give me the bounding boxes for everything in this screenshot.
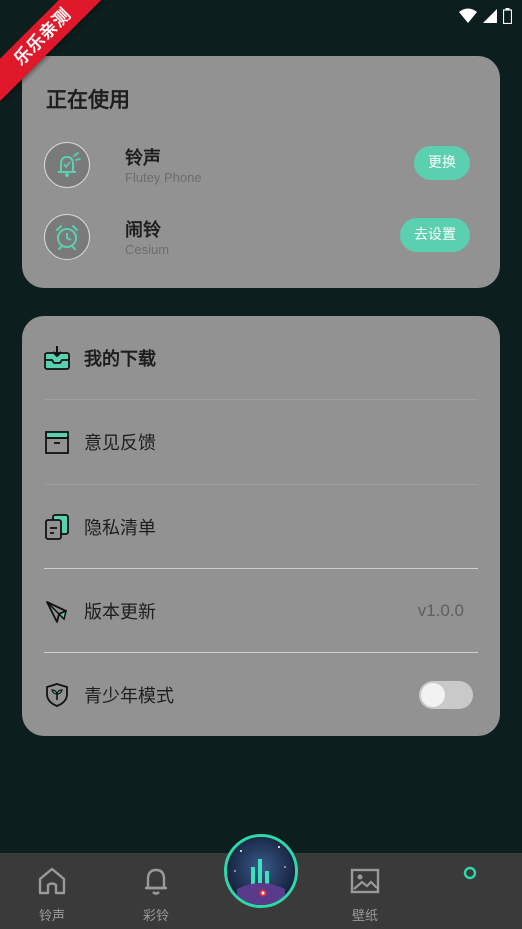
status-icons bbox=[459, 8, 512, 24]
alarm-clock-icon bbox=[56, 225, 78, 250]
tab-profile[interactable] bbox=[418, 853, 522, 929]
download-tray-icon bbox=[44, 345, 70, 371]
alarm-title: 闹铃 bbox=[125, 220, 161, 241]
alarm-avatar bbox=[44, 214, 90, 260]
ringtone-title: 铃声 bbox=[125, 148, 161, 169]
tab-label-ringtones: 铃声 bbox=[38, 909, 65, 924]
menu-label-teen-mode: 青少年模式 bbox=[84, 686, 174, 707]
tab-ringtones[interactable]: 铃声 bbox=[0, 853, 104, 929]
menu-label-privacy-list: 隐私清单 bbox=[84, 518, 156, 539]
home-icon bbox=[38, 867, 66, 895]
menu-item-version-update[interactable]: 版本更新 v1.0.0 bbox=[44, 569, 478, 653]
toggle-knob bbox=[421, 683, 445, 707]
signal-icon bbox=[483, 9, 497, 23]
menu-item-teen-mode: 青少年模式 bbox=[44, 653, 478, 737]
menu-label-feedback: 意见反馈 bbox=[84, 433, 156, 454]
tab-wallpaper[interactable]: 壁纸 bbox=[313, 853, 417, 929]
now-using-card: 正在使用 铃声 Flutey Phone 更换 闹铃 Cesium 去设置 bbox=[22, 56, 500, 288]
menu-item-downloads[interactable]: 我的下载 bbox=[44, 316, 478, 400]
image-icon bbox=[350, 868, 380, 894]
menu-item-privacy-list[interactable]: 隐私清单 bbox=[44, 485, 478, 569]
tab-label-wallpaper: 壁纸 bbox=[351, 909, 378, 924]
rocket-icon bbox=[44, 598, 70, 624]
ringtone-avatar bbox=[44, 142, 90, 188]
wifi-icon bbox=[459, 8, 477, 23]
bell-icon bbox=[145, 868, 167, 895]
menu-card: 我的下载 意见反馈 隐私清单 版本更新 v1.0.0 青少年模式 bbox=[22, 316, 500, 736]
feedback-box-icon bbox=[44, 429, 70, 455]
battery-icon bbox=[503, 8, 512, 24]
ringtone-row[interactable]: 铃声 Flutey Phone 更换 bbox=[44, 142, 484, 190]
shield-sprout-icon bbox=[44, 682, 70, 708]
center-player-button[interactable] bbox=[224, 834, 298, 908]
alarm-name: Cesium bbox=[125, 242, 170, 257]
alarm-settings-button[interactable]: 去设置 bbox=[400, 218, 470, 252]
profile-dot-icon bbox=[463, 866, 477, 880]
tab-color-ring[interactable]: 彩铃 bbox=[104, 853, 208, 929]
ringtone-name: Flutey Phone bbox=[125, 170, 202, 185]
now-using-title: 正在使用 bbox=[46, 88, 130, 112]
ringing-bell-icon bbox=[58, 152, 81, 177]
alarm-row[interactable]: 闹铃 Cesium 去设置 bbox=[44, 214, 484, 262]
teen-mode-toggle[interactable] bbox=[419, 681, 473, 709]
menu-item-feedback[interactable]: 意见反馈 bbox=[44, 400, 478, 484]
menu-label-downloads: 我的下载 bbox=[84, 349, 156, 370]
change-ringtone-button[interactable]: 更换 bbox=[414, 146, 470, 180]
document-list-icon bbox=[44, 514, 70, 540]
menu-label-version-update: 版本更新 bbox=[84, 602, 156, 623]
tab-label-color-ring: 彩铃 bbox=[142, 909, 169, 924]
center-player-art bbox=[227, 837, 295, 905]
version-value: v1.0.0 bbox=[417, 601, 464, 620]
